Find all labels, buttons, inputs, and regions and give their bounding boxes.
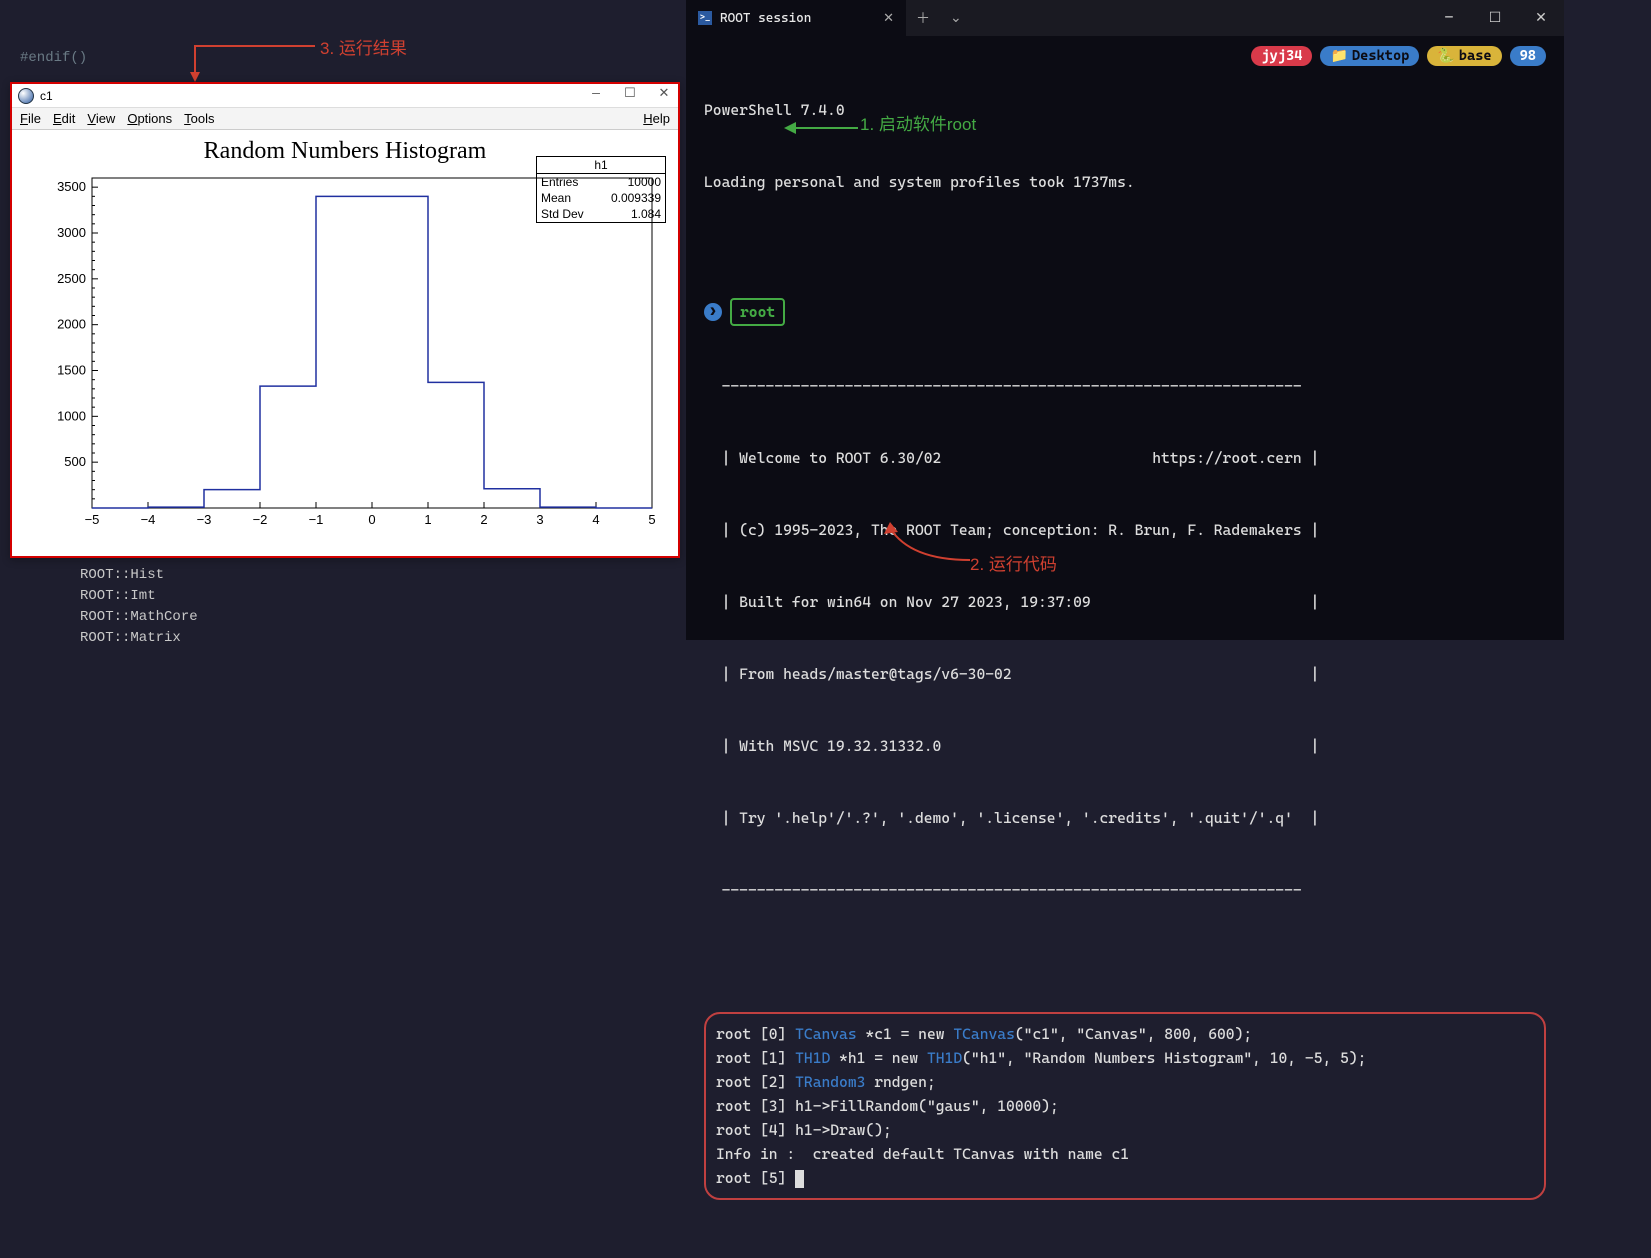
annotation-3: 3. 运行结果 <box>320 34 407 59</box>
editor-background-bottom: ROOT::Hist ROOT::Imt ROOT::MathCore ROOT… <box>80 565 198 649</box>
badge-dir: 📁 Desktop <box>1320 46 1419 66</box>
svg-text:−1: −1 <box>309 512 324 527</box>
code-line: ROOT::Matrix <box>80 628 198 649</box>
ps-line: Loading personal and system profiles too… <box>704 170 1546 194</box>
banner-sep: ----------------------------------------… <box>704 878 1546 902</box>
annotation-2: 2. 运行代码 <box>970 550 1057 575</box>
code-line: ROOT::MathCore <box>80 607 198 628</box>
root-cmd-line: root [1] TH1D *h1 = new TH1D("h1", "Rand… <box>716 1046 1534 1070</box>
menu-help[interactable]: Help <box>643 111 670 126</box>
terminal-window: >_ ROOT session ✕ ＋ ⌄ — ☐ ✕ jyj34 📁 Desk… <box>686 0 1564 640</box>
svg-text:3000: 3000 <box>57 225 86 240</box>
svg-text:−3: −3 <box>197 512 212 527</box>
root-app-icon <box>18 88 34 104</box>
menu-tools[interactable]: Tools <box>184 111 214 126</box>
svg-text:1500: 1500 <box>57 363 86 378</box>
maximize-button[interactable]: ☐ <box>620 86 640 101</box>
banner-line: | (c) 1995-2023, The ROOT Team; concepti… <box>704 518 1546 542</box>
badge-user: jyj34 <box>1251 46 1312 66</box>
close-button[interactable]: ✕ <box>654 86 674 101</box>
root-cmd-line: Info in : created default TCanvas with n… <box>716 1142 1534 1166</box>
svg-text:−2: −2 <box>253 512 268 527</box>
svg-text:2000: 2000 <box>57 317 86 332</box>
annotation-1: 1. 启动软件root <box>860 110 976 135</box>
prompt-badges: jyj34 📁 Desktop 🐍base 98 <box>1251 46 1546 66</box>
root-cmd-line: root [2] TRandom3 rndgen; <box>716 1070 1534 1094</box>
root-cmd-line: root [0] TCanvas *c1 = new TCanvas("c1",… <box>716 1022 1534 1046</box>
svg-text:0: 0 <box>368 512 375 527</box>
root-canvas-window: c1 — ☐ ✕ File Edit View Options Tools He… <box>10 82 680 558</box>
code-line: ROOT::Hist <box>80 565 198 586</box>
tab-title: ROOT session <box>720 11 811 26</box>
menu-options[interactable]: Options <box>127 111 172 126</box>
term-maximize-button[interactable]: ☐ <box>1472 0 1518 36</box>
svg-text:2: 2 <box>480 512 487 527</box>
minimize-button[interactable]: — <box>586 86 606 101</box>
banner-sep: ----------------------------------------… <box>704 374 1546 398</box>
menu-edit[interactable]: Edit <box>53 111 75 126</box>
root-cmd-line: root [5] <box>716 1166 1534 1190</box>
svg-text:1: 1 <box>424 512 431 527</box>
svg-text:2500: 2500 <box>57 271 86 286</box>
banner-line: | With MSVC 19.32.31332.0 | <box>704 734 1546 758</box>
terminal-tabbar: >_ ROOT session ✕ ＋ ⌄ — ☐ ✕ <box>686 0 1564 36</box>
command-root: root <box>730 298 785 326</box>
ps-line: PowerShell 7.4.0 <box>704 98 1546 122</box>
menu-file[interactable]: File <box>20 111 41 126</box>
powershell-icon: >_ <box>698 11 712 25</box>
root-session-box: root [0] TCanvas *c1 = new TCanvas("c1",… <box>704 1012 1546 1200</box>
term-minimize-button[interactable]: — <box>1426 0 1472 36</box>
terminal-body[interactable]: PowerShell 7.4.0 Loading personal and sy… <box>686 36 1564 1258</box>
banner-line: | Try '.help'/'.?', '.demo', '.license',… <box>704 806 1546 830</box>
svg-text:−5: −5 <box>85 512 100 527</box>
term-close-button[interactable]: ✕ <box>1518 0 1564 36</box>
root-cmd-line: root [3] h1->FillRandom("gaus", 10000); <box>716 1094 1534 1118</box>
banner-line: | Welcome to ROOT 6.30/02 https://root.c… <box>704 446 1546 470</box>
canvas-area[interactable]: Random Numbers Histogram h1 Entries10000… <box>12 130 678 556</box>
histogram-plot[interactable]: 500 1000 1500 2000 2500 3000 3500 −5 −4 −3 −2 −1 0 1 2… <box>42 168 662 548</box>
prompt-arrow-icon: ❯ <box>704 303 722 321</box>
code-line: ROOT::Imt <box>80 586 198 607</box>
terminal-tab-active[interactable]: >_ ROOT session ✕ <box>686 0 906 36</box>
svg-text:3: 3 <box>536 512 543 527</box>
tab-close-button[interactable]: ✕ <box>883 11 894 26</box>
svg-text:−4: −4 <box>141 512 156 527</box>
prompt-row: ❯ root <box>704 298 1546 326</box>
menu-view[interactable]: View <box>87 111 115 126</box>
svg-text:4: 4 <box>592 512 599 527</box>
svg-text:5: 5 <box>648 512 655 527</box>
new-tab-button[interactable]: ＋ <box>906 8 940 28</box>
menubar: File Edit View Options Tools Help <box>12 108 678 130</box>
window-title: c1 <box>40 89 53 103</box>
svg-text:500: 500 <box>64 454 86 469</box>
titlebar[interactable]: c1 — ☐ ✕ <box>12 84 678 108</box>
badge-num: 98 <box>1510 46 1546 66</box>
svg-text:3500: 3500 <box>57 179 86 194</box>
tab-dropdown-button[interactable]: ⌄ <box>940 10 972 26</box>
banner-line: | From heads/master@tags/v6-30-02 | <box>704 662 1546 686</box>
svg-text:1000: 1000 <box>57 408 86 423</box>
badge-env: 🐍base <box>1427 46 1501 66</box>
root-cmd-line: root [4] h1->Draw(); <box>716 1118 1534 1142</box>
banner-line: | Built for win64 on Nov 27 2023, 19:37:… <box>704 590 1546 614</box>
